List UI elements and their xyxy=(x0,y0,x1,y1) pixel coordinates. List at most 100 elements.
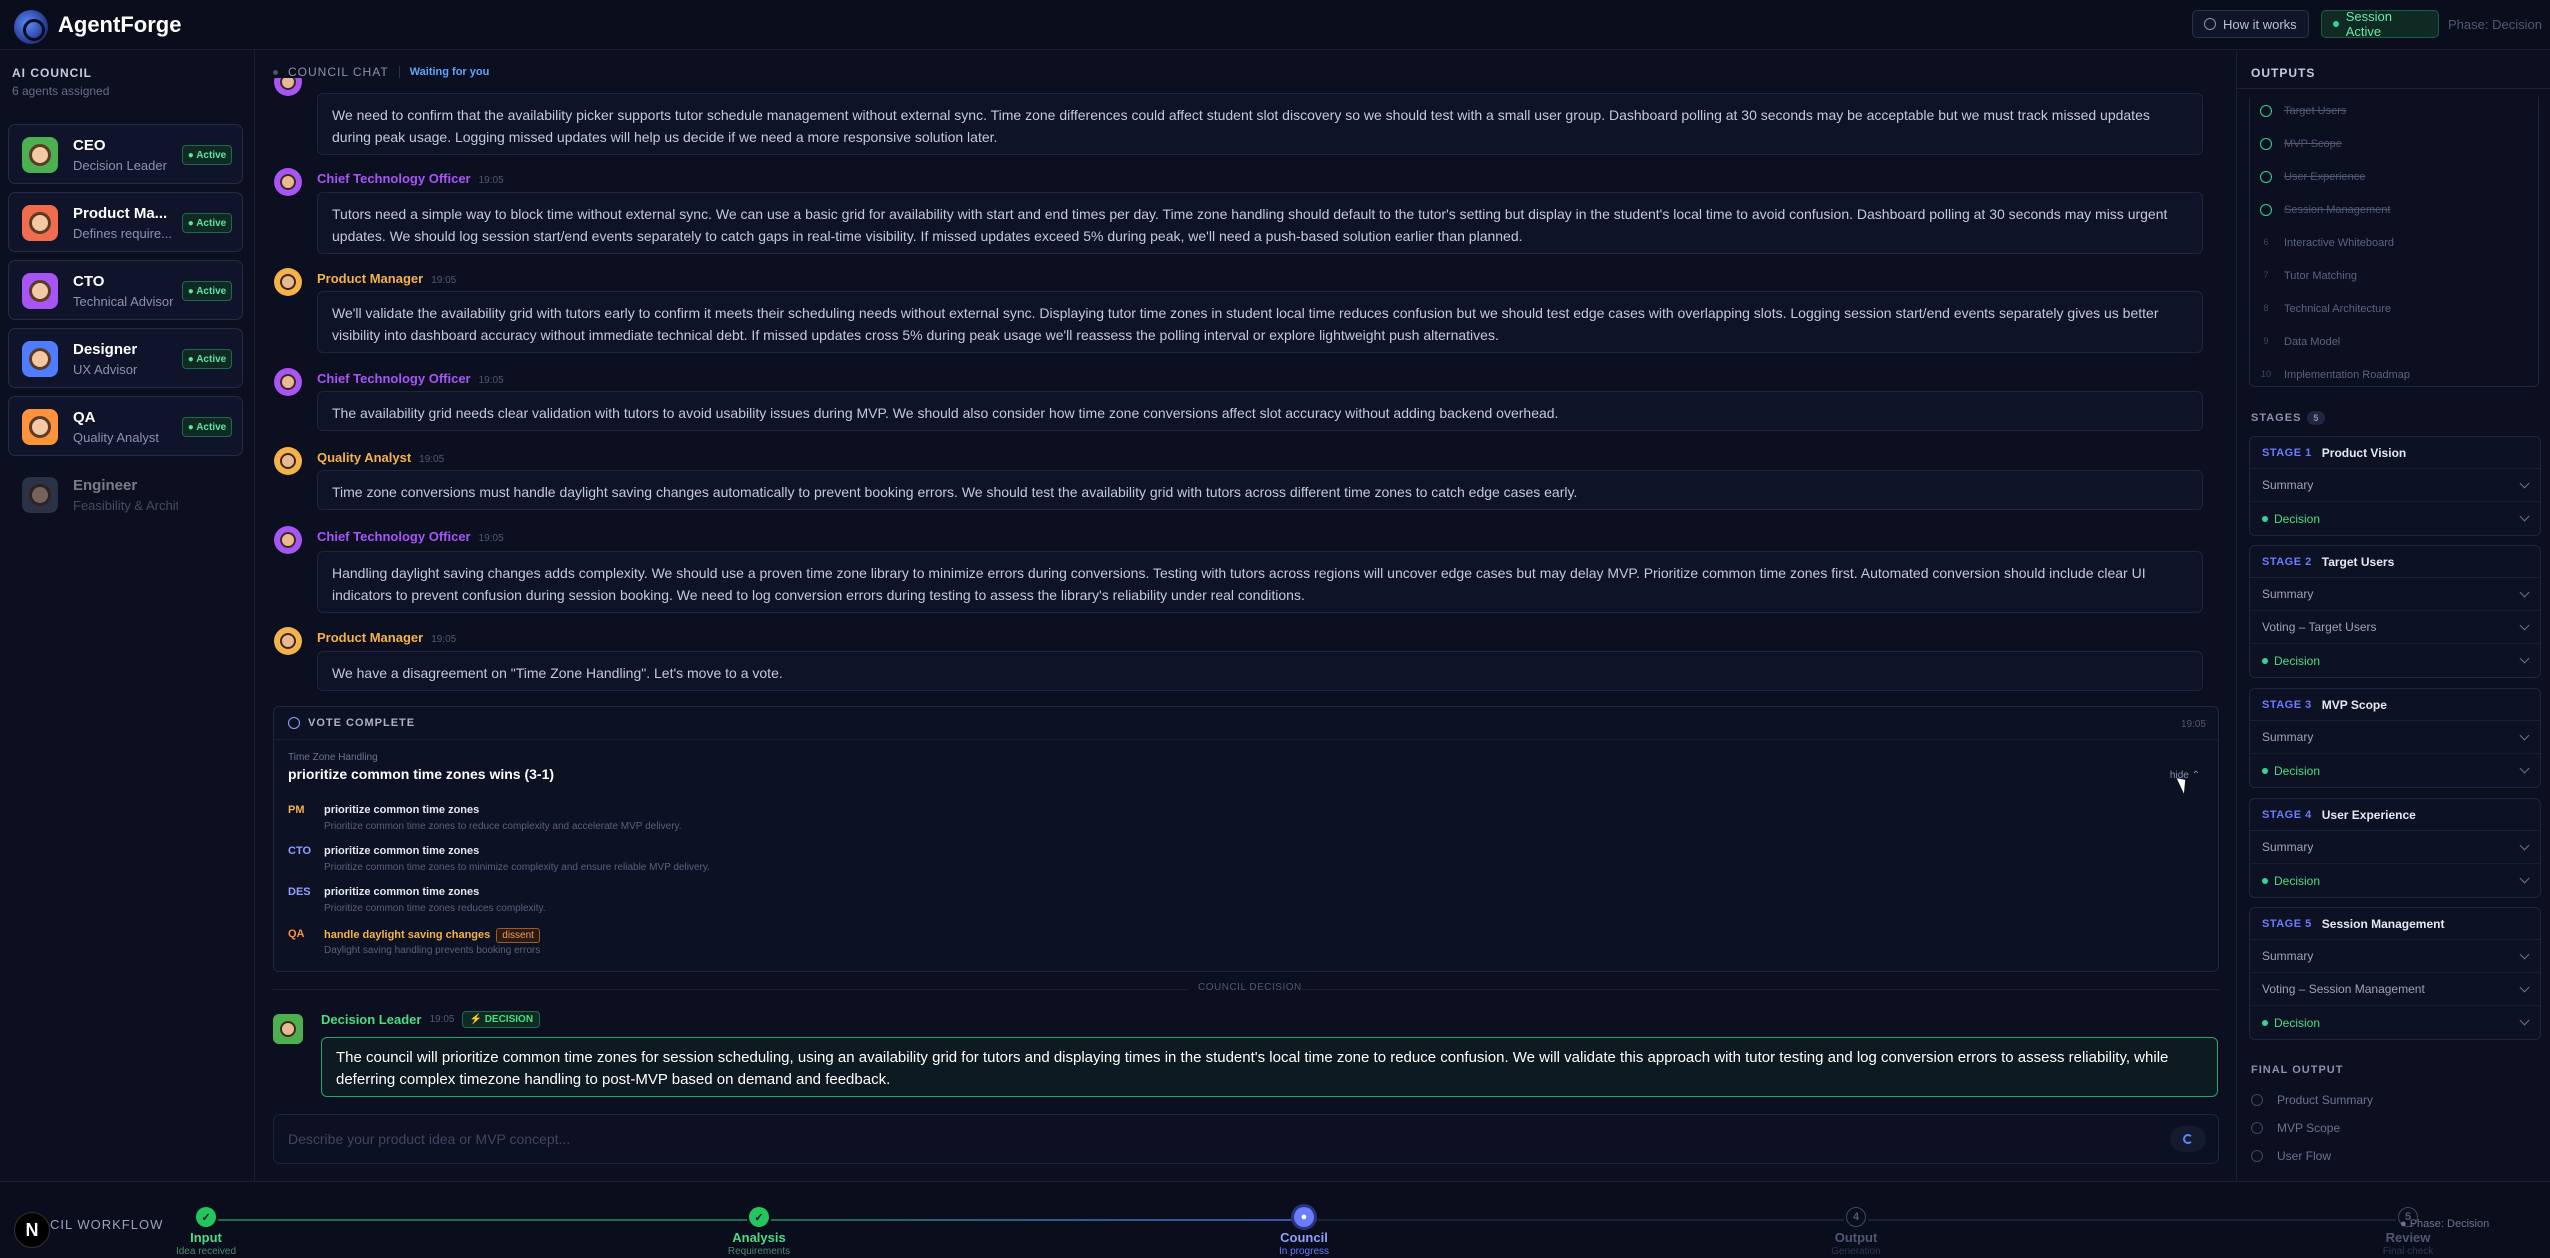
agent-active-badge: ● Active xyxy=(182,417,232,437)
face-icon xyxy=(29,144,51,166)
status-dot-icon xyxy=(2262,657,2268,664)
stage-decision-row[interactable]: Decision xyxy=(2250,502,2540,535)
stage-row-label: Summary xyxy=(2262,840,2314,854)
stage-row-label: Decision xyxy=(2274,653,2321,668)
face-icon xyxy=(29,280,51,302)
decision-leader-avatar xyxy=(273,1014,303,1044)
output-item[interactable]: Session Management xyxy=(2260,204,2390,216)
workflow-step-review[interactable]: 5 Review Final check xyxy=(2338,1207,2478,1257)
decision-badge: ⚡ DECISION xyxy=(462,1011,541,1028)
step-sub: In progress xyxy=(1278,1246,1330,1257)
how-it-works-button[interactable]: How it works xyxy=(2192,10,2309,38)
message-bubble: Tutors need a simple way to block time w… xyxy=(317,192,2203,254)
agent-card-5[interactable]: Engineer Feasibility & Architect xyxy=(8,464,243,524)
message-time: 19:05 xyxy=(478,375,504,386)
vote-row: QA handle daylight saving changes dissent D… xyxy=(288,928,2188,962)
app-name: AgentForge xyxy=(58,12,182,37)
outputs-list[interactable]: Target Users MVP Scope User Experience Sess… xyxy=(2249,97,2539,387)
agent-card-2[interactable]: CTO Technical Advisor ● Active xyxy=(8,260,243,320)
stage-row-label: Voting – Target Users xyxy=(2262,620,2377,634)
outputs-divider xyxy=(2237,88,2550,89)
agent-avatar xyxy=(22,205,58,241)
stage-decision-row[interactable]: Decision xyxy=(2250,864,2540,897)
final-output-label: User Flow xyxy=(2277,1149,2332,1163)
stage-header[interactable]: STAGE 2 Target Users xyxy=(2250,546,2540,578)
output-label: MVP Scope xyxy=(2284,138,2342,150)
prompt-input[interactable] xyxy=(288,1129,2088,1149)
stage-row[interactable]: Summary xyxy=(2250,578,2540,611)
message-sender: Chief Technology Officer 19:05 xyxy=(317,171,504,186)
output-item[interactable]: 9 Data Model xyxy=(2260,336,2340,348)
agent-role: Defines require... xyxy=(73,226,172,241)
agent-card-4[interactable]: QA Quality Analyst ● Active xyxy=(8,396,243,456)
user-avatar[interactable]: N xyxy=(14,1212,50,1248)
final-output-item[interactable]: Product Summary xyxy=(2251,1093,2373,1107)
agent-card-3[interactable]: Designer UX Advisor ● Active xyxy=(8,328,243,388)
stage-header[interactable]: STAGE 4 User Experience xyxy=(2250,799,2540,831)
step-sub: Final check xyxy=(2382,1246,2434,1257)
chevron-down-icon xyxy=(2519,949,2530,960)
stage-row[interactable]: Voting – Session Management xyxy=(2250,973,2540,1006)
stage-row[interactable]: Voting – Target Users xyxy=(2250,611,2540,644)
output-label: Target Users xyxy=(2284,105,2347,117)
output-item[interactable]: 7 Tutor Matching xyxy=(2260,270,2356,282)
agent-name: Product Ma... xyxy=(73,205,168,222)
voter-code: QA xyxy=(288,928,305,940)
final-output-item[interactable]: User Flow xyxy=(2251,1149,2331,1163)
agent-card-0[interactable]: CEO Decision Leader ● Active xyxy=(8,124,243,184)
workflow-connector xyxy=(1316,1219,1844,1221)
circle-icon xyxy=(2251,1122,2263,1134)
message-bubble: We'll validate the availability grid wit… xyxy=(317,291,2203,353)
stage-row[interactable]: Summary xyxy=(2250,469,2540,502)
workflow-step-output[interactable]: 4 Output Generation xyxy=(1786,1207,1926,1257)
vote-row: PM prioritize common time zones Prioritize… xyxy=(288,804,2188,838)
output-item[interactable]: 10 Implementation Roadmap xyxy=(2260,369,2410,381)
stage-header[interactable]: STAGE 3 MVP Scope xyxy=(2250,689,2540,721)
stage-row-label: Decision xyxy=(2274,511,2321,526)
stage-name: Product Vision xyxy=(2321,445,2407,460)
output-number: 7 xyxy=(2263,270,2269,280)
voter-choice-label: handle daylight saving changes xyxy=(324,929,491,941)
chevron-down-icon xyxy=(2519,730,2530,741)
output-item[interactable]: 6 Interactive Whiteboard xyxy=(2260,237,2394,249)
sidebar-title: AI COUNCIL xyxy=(12,66,92,80)
message-sender: Product Manager 19:05 xyxy=(317,630,456,645)
final-output-item[interactable]: MVP Scope xyxy=(2251,1121,2340,1135)
send-button[interactable] xyxy=(2170,1126,2206,1152)
session-active-badge: Session Active xyxy=(2321,9,2439,39)
workflow-step-analysis[interactable]: ✓ Analysis Requirements xyxy=(689,1207,829,1257)
step-sub: Requirements xyxy=(727,1246,791,1257)
workflow-footer: CIL WORKFLOW N ✓ Input Idea received ✓ Analy… xyxy=(0,1181,2550,1258)
output-item[interactable]: Target Users xyxy=(2260,105,2346,117)
message-sender-name: Chief Technology Officer xyxy=(317,171,471,186)
output-item[interactable]: MVP Scope xyxy=(2260,138,2342,150)
message-sender: Chief Technology Officer 19:05 xyxy=(317,529,504,544)
stage-number: STAGE 4 xyxy=(2262,808,2312,821)
output-item[interactable]: 8 Technical Architecture xyxy=(2260,303,2391,315)
stage-decision-row[interactable]: Decision xyxy=(2250,644,2540,677)
stage-decision-row[interactable]: Decision xyxy=(2250,1006,2540,1039)
message-bubble: Time zone conversions must handle daylig… xyxy=(317,470,2203,510)
workflow-step-council[interactable]: ● Council In progress xyxy=(1234,1207,1374,1257)
voter-choice: prioritize common time zones xyxy=(324,804,479,816)
stage-header[interactable]: STAGE 5 Session Management xyxy=(2250,908,2540,940)
message-time: 19:05 xyxy=(431,275,457,286)
step-circle-icon: ✓ xyxy=(196,1207,216,1227)
vote-heading-label: VOTE COMPLETE xyxy=(308,717,416,729)
output-item[interactable]: User Experience xyxy=(2260,171,2365,183)
agent-card-1[interactable]: Product Ma... Defines require... ● Active xyxy=(8,192,243,252)
sidebar-subtitle: 6 agents assigned xyxy=(12,84,110,98)
decision-separator-label: COUNCIL DECISION xyxy=(1198,982,1302,993)
stage-row[interactable]: Summary xyxy=(2250,721,2540,754)
decision-separator-left xyxy=(273,989,1189,990)
output-label: Implementation Roadmap xyxy=(2284,369,2410,381)
step-sub: Idea received xyxy=(175,1246,237,1257)
stage-header[interactable]: STAGE 1 Product Vision xyxy=(2250,437,2540,469)
stage-decision-row[interactable]: Decision xyxy=(2250,754,2540,787)
ai-council-sidebar: AI COUNCIL 6 agents assigned CEO Decision… xyxy=(0,51,255,1181)
stage-row[interactable]: Summary xyxy=(2250,940,2540,973)
agent-name: Designer xyxy=(73,341,138,358)
decision-bubble: The council will prioritize common time … xyxy=(321,1037,2218,1097)
stage-row[interactable]: Summary xyxy=(2250,831,2540,864)
workflow-step-input[interactable]: ✓ Input Idea received xyxy=(136,1207,276,1257)
